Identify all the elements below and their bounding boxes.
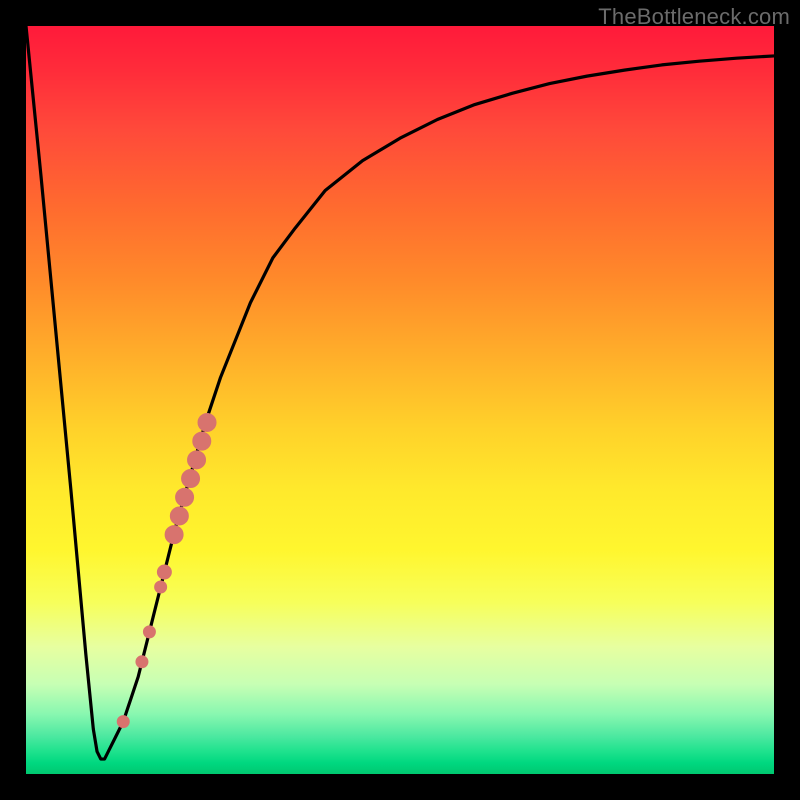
curve-markers — [117, 413, 216, 727]
chart-frame: TheBottleneck.com — [0, 0, 800, 800]
curve-marker — [193, 432, 211, 450]
curve-marker — [182, 470, 200, 488]
curve-marker — [136, 656, 148, 668]
curve-marker — [143, 626, 155, 638]
curve-marker — [117, 716, 129, 728]
plot-area — [26, 26, 774, 774]
curve-marker — [157, 565, 171, 579]
curve-marker — [165, 526, 183, 544]
curve-marker — [198, 413, 216, 431]
curve-svg — [26, 26, 774, 774]
curve-marker — [176, 488, 194, 506]
curve-marker — [155, 581, 167, 593]
curve-marker — [188, 451, 206, 469]
bottleneck-curve — [26, 26, 774, 759]
watermark-text: TheBottleneck.com — [598, 4, 790, 30]
curve-marker — [170, 507, 188, 525]
